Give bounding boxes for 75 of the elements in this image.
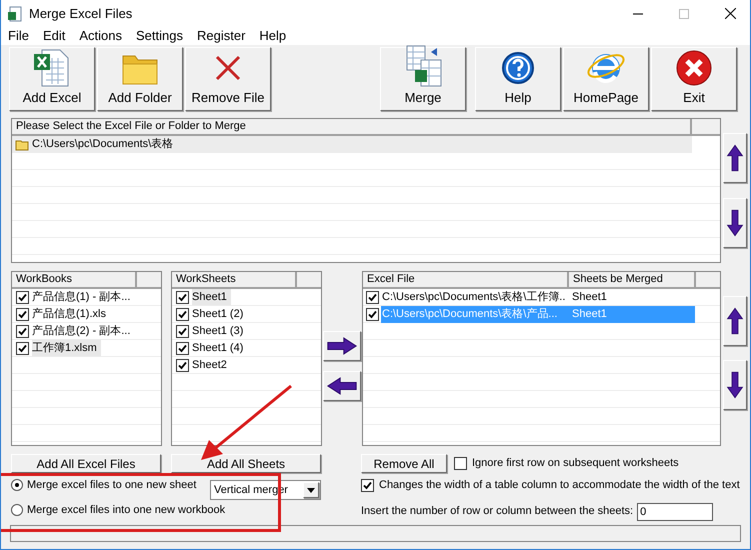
input-field[interactable]: 0 (637, 502, 714, 520)
move-up-button[interactable] (723, 296, 747, 346)
checkbox[interactable] (16, 342, 29, 354)
folder-icon (15, 138, 29, 150)
table-cell-text: C:\Users\pc\Documents\表格\产品... (381, 306, 558, 322)
column-header[interactable]: Please Select the Excel File or Folder to Merge (12, 119, 692, 136)
toolbar-button[interactable]: Help (475, 47, 561, 111)
list-item[interactable]: Sheet1 (3) (192, 322, 248, 340)
toolbar-button[interactable]: Remove File (185, 47, 271, 111)
column-header[interactable]: Excel File (363, 272, 569, 289)
remove-left-button[interactable] (323, 371, 361, 401)
table-row[interactable]: C:\Users\pc\Documents\表格\工作簿.. Sheet1 (381, 288, 695, 306)
up-arrow-icon (726, 305, 744, 337)
checkbox[interactable] (16, 324, 29, 338)
checkbox[interactable] (176, 290, 189, 304)
menu-item[interactable]: Register (196, 26, 246, 46)
list-item[interactable]: Sheet1 (2) (192, 306, 248, 322)
menu-item[interactable]: File (8, 26, 29, 46)
move-down-button[interactable] (723, 198, 747, 248)
option-label: Insert the number of row or column between the sheets: (361, 504, 634, 520)
radio-button[interactable] (11, 504, 23, 516)
checkbox[interactable] (361, 478, 374, 492)
left-arrow-icon (326, 377, 358, 395)
list-item[interactable]: Sheet1 (192, 288, 231, 306)
column-header[interactable]: WorkBooks (12, 272, 137, 289)
move-up-button[interactable] (723, 133, 747, 184)
menu-item[interactable]: Edit (42, 26, 66, 46)
toolbar-button[interactable]: Merge (380, 47, 466, 111)
checkbox[interactable] (16, 290, 29, 304)
checkbox[interactable] (176, 342, 189, 354)
list-item[interactable]: C:\Users\pc\Documents\表格 (12, 136, 692, 153)
toolbar-button[interactable]: Add Excel (9, 47, 95, 111)
menu-item[interactable]: Help (259, 26, 286, 46)
list-item[interactable]: 产品信息(1) - 副本... (32, 288, 134, 306)
checkbox[interactable] (176, 308, 189, 320)
add-all-excel-files-button[interactable]: Add All Excel Files (11, 454, 161, 473)
move-down-button[interactable] (723, 360, 747, 410)
option-label: Ignore first row on subsequent worksheets (472, 456, 679, 472)
list-item[interactable]: Sheet1 (4) (192, 340, 248, 356)
toolbar-button[interactable]: HomePage (563, 47, 649, 111)
checkbox[interactable] (176, 324, 189, 338)
window-title: Merge Excel Files (29, 4, 132, 23)
list-item[interactable]: 产品信息(2) - 副本... (32, 322, 134, 340)
checkbox[interactable] (454, 457, 467, 470)
down-arrow-icon (726, 369, 744, 401)
add-right-button[interactable] (323, 331, 361, 361)
menu-item[interactable]: Settings (136, 26, 183, 46)
table-cell-text: Sheet1 (571, 306, 608, 322)
add-all-sheets-button[interactable]: Add All Sheets (171, 454, 321, 473)
option-label: Merge excel files to one new sheet (27, 478, 196, 493)
folder-path: C:\Users\pc\Documents\表格 (32, 137, 174, 152)
column-header[interactable]: WorkSheets (172, 272, 297, 289)
menu-item[interactable]: Actions (79, 26, 122, 46)
table-cell-text: C:\Users\pc\Documents\表格\工作簿.. (381, 290, 566, 305)
toolbar-button[interactable]: Exit (651, 47, 737, 111)
app-icon (7, 6, 23, 22)
remove-all-button[interactable]: Remove All (361, 454, 447, 473)
close-icon[interactable] (725, 8, 736, 19)
help-icon (501, 50, 535, 85)
option-label: Changes the width of a table column to accommodate the width of the text (379, 478, 740, 493)
checkbox[interactable] (366, 308, 379, 320)
table-cell-text: Sheet1 (571, 290, 608, 305)
checkbox[interactable] (16, 308, 29, 320)
checkbox[interactable] (176, 358, 189, 372)
list-item[interactable]: Sheet2 (192, 356, 231, 374)
column-header[interactable]: Sheets be Merged (569, 272, 696, 289)
checkbox[interactable] (366, 290, 379, 304)
close-icon (675, 48, 713, 87)
list-item[interactable]: 产品信息(1).xls (32, 306, 110, 322)
radio-button[interactable] (11, 479, 23, 492)
right-arrow-icon (326, 337, 358, 355)
caret-icon (307, 488, 315, 492)
toolbar-button[interactable]: Add Folder (97, 47, 183, 111)
list-item[interactable]: 工作簿1.xlsm (32, 340, 101, 356)
option-label: Merge excel files into one new workbook (27, 502, 226, 518)
